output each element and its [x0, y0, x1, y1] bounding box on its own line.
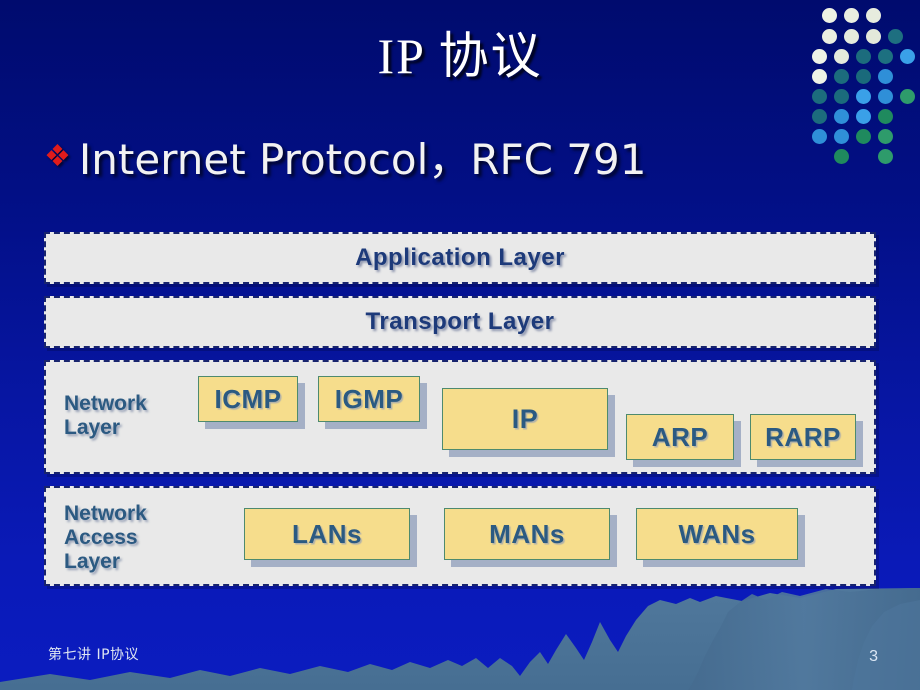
- diamond-bullet-icon: ❖: [44, 139, 71, 173]
- bullet-line: ❖ Internet Protocol，RFC 791: [44, 126, 646, 187]
- footer-left-text: 第七讲 IP协议: [48, 647, 140, 663]
- protocol-box-igmp-label: IGMP: [334, 383, 404, 414]
- layer-title-application: Application Layer: [355, 244, 565, 271]
- layer-title-transport: Transport Layer: [365, 308, 555, 335]
- network-box-wans-label: WANs: [678, 518, 756, 549]
- network-box-mans[interactable]: MANs: [444, 508, 610, 560]
- protocol-box-ip-label: IP: [511, 403, 539, 434]
- protocol-box-rarp[interactable]: RARP: [750, 414, 856, 460]
- network-box-mans-label: MANs: [489, 518, 565, 549]
- protocol-box-ip[interactable]: IP: [442, 388, 608, 450]
- protocol-box-rarp-label: RARP: [765, 421, 841, 452]
- network-box-lans[interactable]: LANs: [244, 508, 410, 560]
- layer-band-network: Network Layer ICMP IGMP IP ARP RARP: [44, 360, 876, 474]
- layer-label-network-access: Network Access Layer: [64, 502, 147, 574]
- protocol-box-arp-label: ARP: [651, 421, 709, 452]
- protocol-box-icmp[interactable]: ICMP: [198, 376, 298, 422]
- network-box-wans[interactable]: WANs: [636, 508, 798, 560]
- layer-label-network: Network Layer: [64, 392, 147, 440]
- slide-title: IP 协议: [377, 28, 543, 84]
- bullet-text: Internet Protocol，RFC 791: [78, 135, 647, 184]
- layer-band-network-access: Network Access Layer LANs MANs WANs: [44, 486, 876, 586]
- network-box-lans-label: LANs: [292, 518, 362, 549]
- layer-band-application: Application Layer: [44, 232, 876, 284]
- footer-page-number: 3: [869, 648, 878, 665]
- slide-canvas: IP 协议 ❖ Internet Protocol，RFC 791 Applic…: [0, 0, 920, 690]
- layer-band-transport: Transport Layer: [44, 296, 876, 348]
- protocol-box-igmp[interactable]: IGMP: [318, 376, 420, 422]
- protocol-box-arp[interactable]: ARP: [626, 414, 734, 460]
- protocol-box-icmp-label: ICMP: [214, 383, 282, 414]
